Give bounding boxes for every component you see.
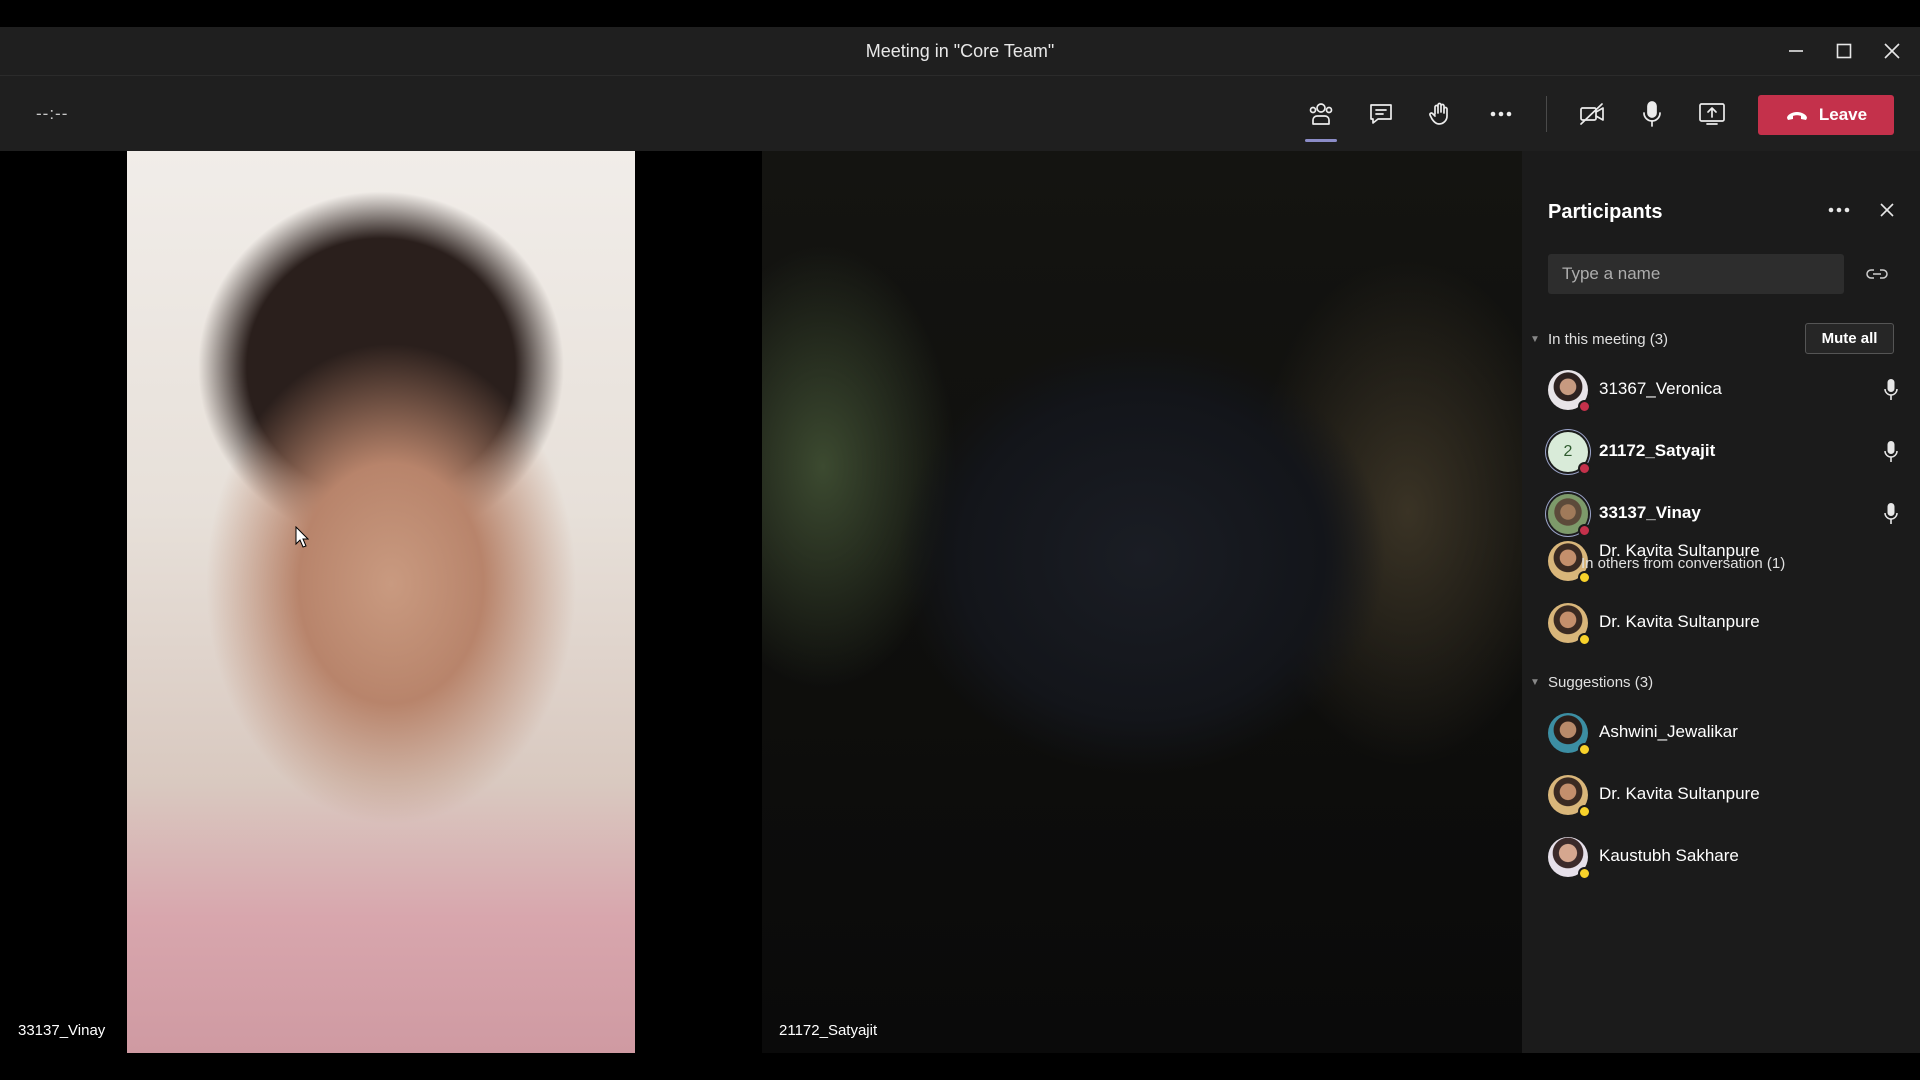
- show-participants-button[interactable]: [1295, 90, 1347, 142]
- hand-icon: [1429, 102, 1448, 125]
- participant-name: 33137_Vinay: [1599, 503, 1701, 522]
- panel-more-options-button[interactable]: [1824, 195, 1854, 225]
- camera-toggle-button[interactable]: [1566, 90, 1618, 138]
- participant-name: Ashwini_Jewalikar: [1599, 722, 1738, 741]
- meeting-toolbar: --:-- Leave: [0, 75, 1920, 151]
- microphone-icon: [1884, 503, 1898, 524]
- participant-row-satyajit[interactable]: 2 21172_Satyajit: [1522, 424, 1920, 480]
- video-tile-vinay[interactable]: [127, 151, 635, 1053]
- status-away-badge: [1578, 867, 1591, 880]
- in-meeting-label: In this meeting (3): [1548, 331, 1669, 348]
- video-name-vinay: 33137_Vinay: [18, 1022, 106, 1039]
- more-actions-button[interactable]: [1475, 90, 1527, 138]
- participant-mic-button[interactable]: [1880, 440, 1902, 464]
- show-chat-button[interactable]: [1355, 90, 1407, 138]
- panel-close-button[interactable]: [1872, 195, 1902, 225]
- more-icon: [1828, 207, 1850, 213]
- mute-all-button[interactable]: Mute all: [1805, 323, 1894, 354]
- hang-up-icon: [1786, 112, 1807, 120]
- panel-title: Participants: [1548, 201, 1663, 223]
- status-busy-badge: [1578, 462, 1591, 475]
- suggestions-section-header[interactable]: ▼ Suggestions (3): [1530, 674, 1653, 691]
- microphone-icon: [1884, 379, 1898, 400]
- close-window-button[interactable]: [1864, 27, 1920, 75]
- close-icon: [1880, 203, 1894, 217]
- participant-name: 21172_Satyajit: [1599, 441, 1716, 460]
- ghost-participant-row: Dr. Kavita Sultanpure In others from con…: [1522, 533, 1920, 589]
- leave-label: Leave: [1818, 105, 1868, 124]
- status-away-badge: [1578, 633, 1591, 646]
- participant-name: 31367_Veronica: [1599, 379, 1722, 398]
- in-meeting-section-header[interactable]: ▼ In this meeting (3): [1530, 331, 1668, 348]
- participant-row-kavita[interactable]: Dr. Kavita Sultanpure: [1522, 595, 1920, 651]
- caret-down-icon: ▼: [1530, 334, 1540, 345]
- participant-name: Dr. Kavita Sultanpure: [1599, 784, 1760, 803]
- mouse-cursor-icon: [295, 526, 309, 548]
- link-icon: [1866, 269, 1888, 279]
- meeting-timer: --:--: [36, 104, 69, 123]
- video-tile-satyajit[interactable]: [762, 151, 1522, 1053]
- people-icon: [1309, 103, 1333, 125]
- status-away-badge: [1578, 805, 1591, 818]
- suggestion-row-kaustubh[interactable]: Kaustubh Sakhare: [1522, 829, 1920, 885]
- microphone-icon: [1643, 101, 1661, 127]
- maximize-icon: [1836, 43, 1852, 59]
- participants-panel: Participants ▼ In this meeting (3) Mute …: [1522, 151, 1920, 1053]
- microphone-icon: [1884, 441, 1898, 462]
- participant-search-input[interactable]: [1548, 254, 1844, 294]
- caret-down-icon: ▼: [1530, 677, 1540, 688]
- others-section-label: In others from conversation (1): [1581, 555, 1786, 572]
- camera-off-icon: [1580, 103, 1604, 125]
- video-stage: 33137_Vinay 21172_Satyajit: [0, 151, 1522, 1053]
- microphone-toggle-button[interactable]: [1626, 90, 1678, 138]
- share-screen-icon: [1699, 103, 1725, 125]
- status-away-badge: [1578, 743, 1591, 756]
- chat-icon: [1370, 104, 1392, 124]
- close-icon: [1884, 43, 1900, 59]
- screen-top-bar: [0, 0, 1920, 27]
- copy-join-link-button[interactable]: [1862, 259, 1892, 289]
- title-bar: Meeting in "Core Team": [0, 27, 1920, 75]
- window-title: Meeting in "Core Team": [865, 41, 1055, 61]
- suggestion-row-ashwini[interactable]: Ashwini_Jewalikar: [1522, 705, 1920, 761]
- participant-name: Kaustubh Sakhare: [1599, 846, 1739, 865]
- participant-name: Dr. Kavita Sultanpure: [1599, 612, 1760, 631]
- more-icon: [1490, 111, 1512, 117]
- minimize-icon: [1789, 50, 1803, 52]
- status-away-badge: [1578, 571, 1591, 584]
- participant-row-veronica[interactable]: 31367_Veronica: [1522, 362, 1920, 418]
- raise-hand-button[interactable]: [1414, 90, 1466, 138]
- leave-button[interactable]: Leave: [1758, 95, 1894, 135]
- suggestion-row-kavita[interactable]: Dr. Kavita Sultanpure: [1522, 767, 1920, 823]
- toolbar-divider: [1546, 96, 1547, 132]
- participant-mic-button[interactable]: [1880, 502, 1902, 526]
- suggestions-label: Suggestions (3): [1548, 674, 1654, 691]
- video-name-satyajit: 21172_Satyajit: [779, 1022, 878, 1039]
- share-screen-button[interactable]: [1686, 90, 1738, 138]
- participant-mic-button[interactable]: [1880, 378, 1902, 402]
- status-busy-badge: [1578, 400, 1591, 413]
